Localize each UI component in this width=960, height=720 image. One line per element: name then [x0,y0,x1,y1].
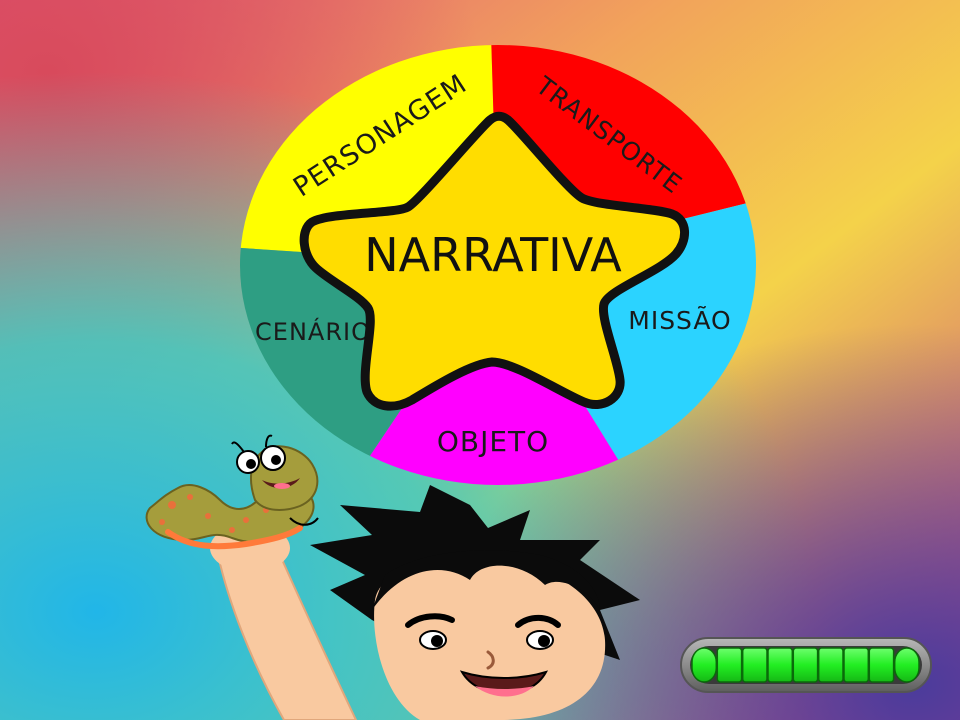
progress-bar [680,637,932,693]
center-title: NARRATIVA [364,228,622,282]
progress-cell [691,647,718,683]
label-cenario: CENÁRIO [255,317,371,346]
progress-cell [893,647,920,683]
label-missao: MISSÃO [628,305,732,335]
progress-cell [792,647,819,683]
progress-cell [868,647,895,683]
progress-cell [817,647,844,683]
progress-cell [767,647,794,683]
progress-cell [741,647,768,683]
game-scene: PERSONAGEM TRANSPORTE MISSÃO OBJETO CENÁ… [0,0,960,720]
label-objeto: OBJETO [437,425,549,458]
progress-cell [843,647,870,683]
progress-cell [716,647,743,683]
